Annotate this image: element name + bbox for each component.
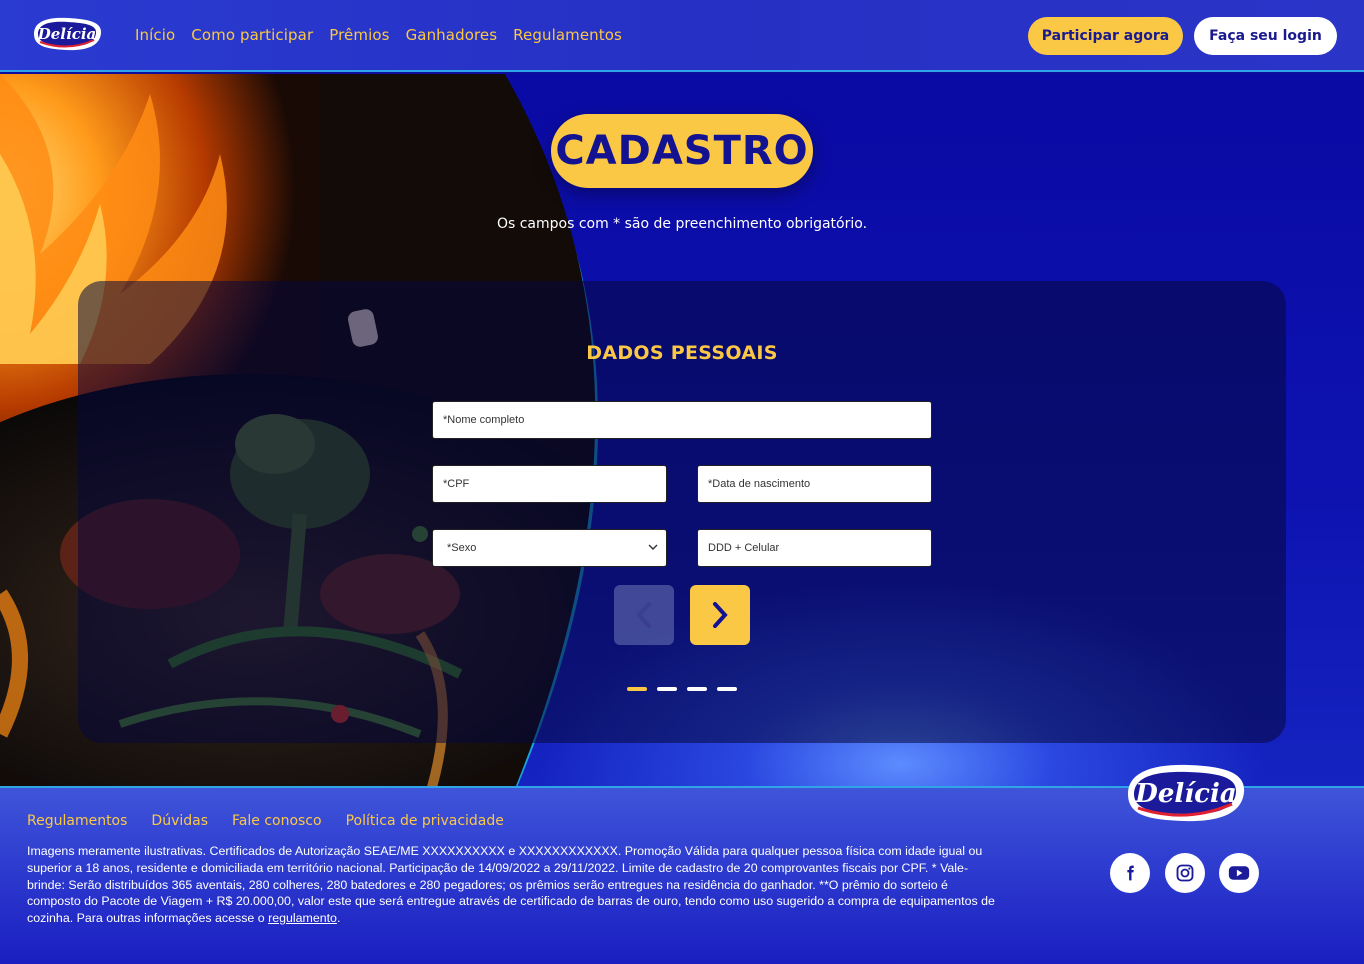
step-dot-2[interactable] — [657, 687, 677, 691]
next-step-button[interactable] — [690, 585, 750, 645]
youtube-button[interactable] — [1219, 853, 1259, 893]
svg-text:Delícia: Delícia — [37, 25, 97, 43]
main-nav: Início Como participar Prêmios Ganhadore… — [135, 26, 622, 44]
nav-ganhadores[interactable]: Ganhadores — [406, 26, 498, 44]
legal-body: Imagens meramente ilustrativas. Certific… — [27, 844, 995, 926]
participar-agora-button[interactable]: Participar agora — [1028, 17, 1183, 55]
top-header: Delícia Início Como participar Prêmios G… — [0, 0, 1364, 72]
login-button[interactable]: Faça seu login — [1194, 17, 1337, 55]
step-dot-1[interactable] — [627, 687, 647, 691]
chevron-right-icon — [713, 602, 728, 628]
instagram-icon — [1176, 864, 1194, 882]
delicia-logo[interactable]: Delícia — [30, 14, 104, 54]
facebook-button[interactable] — [1110, 853, 1150, 893]
chevron-left-icon — [636, 602, 651, 628]
delicia-footer-logo[interactable]: Delícia — [1122, 760, 1250, 826]
facebook-icon — [1127, 865, 1134, 881]
cpf-input[interactable]: *CPF — [432, 465, 667, 503]
youtube-icon — [1228, 866, 1250, 880]
previous-step-button[interactable] — [614, 585, 674, 645]
svg-text:Delícia: Delícia — [1134, 779, 1236, 809]
instagram-button[interactable] — [1165, 853, 1205, 893]
step-dot-4[interactable] — [717, 687, 737, 691]
required-fields-note: Os campos com * são de preenchimento obr… — [496, 216, 868, 232]
sexo-select[interactable]: *Sexo — [432, 529, 667, 567]
regulamento-link[interactable]: regulamento — [268, 911, 337, 925]
celular-input[interactable]: DDD + Celular — [697, 529, 932, 567]
sexo-select-value: *Sexo — [447, 542, 477, 554]
nome-completo-input[interactable]: *Nome completo — [432, 401, 932, 439]
step-indicator — [627, 687, 737, 691]
page-title: CADASTRO — [551, 114, 813, 188]
nav-regulamentos[interactable]: Regulamentos — [513, 26, 622, 44]
footer-link-regulamentos[interactable]: Regulamentos — [27, 813, 127, 829]
data-nascimento-input[interactable]: *Data de nascimento — [697, 465, 932, 503]
section-title-dados-pessoais: DADOS PESSOAIS — [586, 342, 778, 364]
nav-inicio[interactable]: Início — [135, 26, 175, 44]
nav-premios[interactable]: Prêmios — [329, 26, 389, 44]
chevron-down-icon — [648, 543, 658, 554]
footer-links: Regulamentos Dúvidas Fale conosco Políti… — [27, 813, 504, 829]
nav-como-participar[interactable]: Como participar — [191, 26, 313, 44]
footer-link-duvidas[interactable]: Dúvidas — [151, 813, 208, 829]
footer-link-fale-conosco[interactable]: Fale conosco — [232, 813, 322, 829]
legal-end: . — [336, 911, 341, 926]
step-dot-3[interactable] — [687, 687, 707, 691]
footer: Delícia Regulamentos Dúvidas Fale conosc… — [0, 764, 1364, 964]
footer-link-politica-privacidade[interactable]: Política de privacidade — [346, 813, 504, 829]
legal-text: Imagens meramente ilustrativas. Certific… — [27, 843, 1002, 927]
